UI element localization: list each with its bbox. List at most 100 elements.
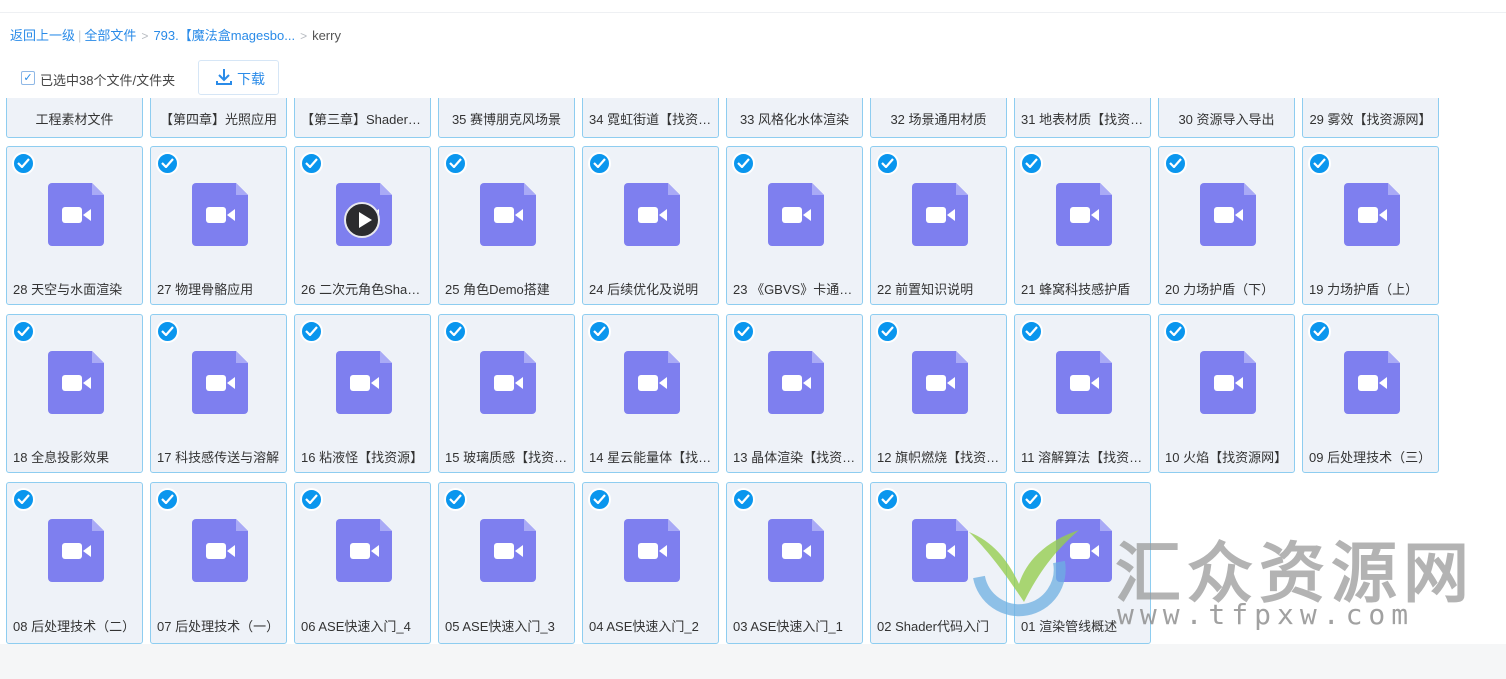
- file-name: 11 溶解算法【找资源】: [1021, 450, 1144, 465]
- file-tile[interactable]: 11 溶解算法【找资源】: [1014, 314, 1151, 473]
- checked-icon[interactable]: [300, 488, 323, 511]
- file-tile[interactable]: 07 后处理技术（一）: [150, 482, 287, 644]
- folder-tile[interactable]: 34 霓虹街道【找资源】: [582, 98, 719, 138]
- video-file-icon: [624, 351, 680, 414]
- folder-tile[interactable]: 31 地表材质【找资源】: [1014, 98, 1151, 138]
- file-tile[interactable]: 09 后处理技术（三）: [1302, 314, 1439, 473]
- file-name: 28 天空与水面渲染: [13, 282, 123, 297]
- checked-icon[interactable]: [1308, 152, 1331, 175]
- checked-icon[interactable]: [12, 320, 35, 343]
- checked-icon[interactable]: [1020, 488, 1043, 511]
- checked-icon[interactable]: [156, 152, 179, 175]
- folder-tile[interactable]: 【第四章】光照应用: [150, 98, 287, 138]
- select-all-checkbox[interactable]: ✓: [21, 71, 35, 85]
- video-file-icon: [1344, 351, 1400, 414]
- download-label: 下载: [237, 71, 265, 87]
- download-button[interactable]: 下载: [198, 60, 279, 95]
- file-tile[interactable]: 25 角色Demo搭建: [438, 146, 575, 305]
- checked-icon[interactable]: [444, 488, 467, 511]
- checked-icon[interactable]: [1164, 320, 1187, 343]
- file-tile[interactable]: 06 ASE快速入门_4: [294, 482, 431, 644]
- checked-icon[interactable]: [588, 488, 611, 511]
- checked-icon[interactable]: [732, 488, 755, 511]
- footer-band: [0, 644, 1506, 679]
- checked-icon[interactable]: [300, 152, 323, 175]
- checked-icon[interactable]: [444, 320, 467, 343]
- folder-tile[interactable]: 29 雾效【找资源网】: [1302, 98, 1439, 138]
- file-tile[interactable]: 10 火焰【找资源网】: [1158, 314, 1295, 473]
- folder-name: 【第三章】Shader编程: [301, 112, 424, 127]
- checked-icon[interactable]: [876, 488, 899, 511]
- checked-icon[interactable]: [588, 320, 611, 343]
- top-divider: [0, 12, 1506, 13]
- video-file-icon: [768, 351, 824, 414]
- file-tile[interactable]: 28 天空与水面渲染: [6, 146, 143, 305]
- file-name: 14 星云能量体【找资源】: [589, 450, 712, 465]
- file-tile[interactable]: 05 ASE快速入门_3: [438, 482, 575, 644]
- file-tile[interactable]: 22 前置知识说明: [870, 146, 1007, 305]
- folder-tile[interactable]: 工程素材文件: [6, 98, 143, 138]
- file-tile[interactable]: 24 后续优化及说明: [582, 146, 719, 305]
- watermark-logo: [969, 530, 1079, 617]
- chevron-right-icon: >: [141, 29, 149, 43]
- video-file-icon: [768, 519, 824, 582]
- video-file-icon: [912, 183, 968, 246]
- file-name: 04 ASE快速入门_2: [589, 619, 699, 634]
- folder-name: 29 雾效【找资源网】: [1309, 112, 1432, 127]
- checked-icon[interactable]: [1308, 320, 1331, 343]
- checked-icon[interactable]: [444, 152, 467, 175]
- file-name: 20 力场护盾（下）: [1165, 282, 1275, 297]
- file-name: 13 晶体渲染【找资源】: [733, 450, 856, 465]
- folder-tile[interactable]: 35 赛博朋克风场景: [438, 98, 575, 138]
- checked-icon[interactable]: [1020, 152, 1043, 175]
- file-tile[interactable]: 18 全息投影效果: [6, 314, 143, 473]
- file-tile[interactable]: 04 ASE快速入门_2: [582, 482, 719, 644]
- file-tile[interactable]: 19 力场护盾（上）: [1302, 146, 1439, 305]
- file-tile[interactable]: 20 力场护盾（下）: [1158, 146, 1295, 305]
- file-tile[interactable]: 03 ASE快速入门_1: [726, 482, 863, 644]
- toolbar: ✓ 已选中38个文件/文件夹 下载: [18, 60, 1488, 95]
- file-name: 15 玻璃质感【找资源】: [445, 450, 568, 465]
- video-file-icon: [48, 183, 104, 246]
- checked-icon[interactable]: [156, 320, 179, 343]
- checked-icon[interactable]: [300, 320, 323, 343]
- video-file-icon: [192, 519, 248, 582]
- video-file-icon: [768, 183, 824, 246]
- video-file-icon: [192, 183, 248, 246]
- chevron-right-icon: >: [300, 29, 308, 43]
- back-link[interactable]: 返回上一级: [10, 28, 75, 43]
- file-tile[interactable]: 26 二次元角色Shader: [294, 146, 431, 305]
- checked-icon[interactable]: [876, 152, 899, 175]
- parent-folder-link[interactable]: 793.【魔法盒magesbo...: [153, 28, 295, 43]
- file-tile[interactable]: 08 后处理技术（二）: [6, 482, 143, 644]
- file-tile[interactable]: 12 旗帜燃烧【找资源】: [870, 314, 1007, 473]
- folder-tile[interactable]: 33 风格化水体渲染: [726, 98, 863, 138]
- video-file-icon: [1056, 351, 1112, 414]
- checked-icon[interactable]: [12, 152, 35, 175]
- file-tile[interactable]: 17 科技感传送与溶解: [150, 314, 287, 473]
- folder-tile[interactable]: 30 资源导入导出: [1158, 98, 1295, 138]
- checked-icon[interactable]: [12, 488, 35, 511]
- folder-tile[interactable]: 32 场景通用材质: [870, 98, 1007, 138]
- all-files-link[interactable]: 全部文件: [84, 28, 136, 43]
- video-file-icon: [336, 351, 392, 414]
- checked-icon[interactable]: [1164, 152, 1187, 175]
- file-tile[interactable]: 23 《GBVS》卡通渲染: [726, 146, 863, 305]
- file-tile[interactable]: 14 星云能量体【找资源】: [582, 314, 719, 473]
- checked-icon[interactable]: [732, 152, 755, 175]
- file-name: 25 角色Demo搭建: [445, 282, 550, 297]
- folder-tile[interactable]: 【第三章】Shader编程: [294, 98, 431, 138]
- checked-icon[interactable]: [732, 320, 755, 343]
- video-file-icon: [624, 519, 680, 582]
- checked-icon[interactable]: [156, 488, 179, 511]
- checked-icon[interactable]: [588, 152, 611, 175]
- checked-icon[interactable]: [1020, 320, 1043, 343]
- play-icon[interactable]: [344, 202, 380, 238]
- checked-icon[interactable]: [876, 320, 899, 343]
- folder-name: 31 地表材质【找资源】: [1021, 112, 1144, 127]
- file-tile[interactable]: 27 物理骨骼应用: [150, 146, 287, 305]
- file-tile[interactable]: 16 粘液怪【找资源】: [294, 314, 431, 473]
- file-tile[interactable]: 21 蜂窝科技感护盾: [1014, 146, 1151, 305]
- file-tile[interactable]: 15 玻璃质感【找资源】: [438, 314, 575, 473]
- file-tile[interactable]: 13 晶体渲染【找资源】: [726, 314, 863, 473]
